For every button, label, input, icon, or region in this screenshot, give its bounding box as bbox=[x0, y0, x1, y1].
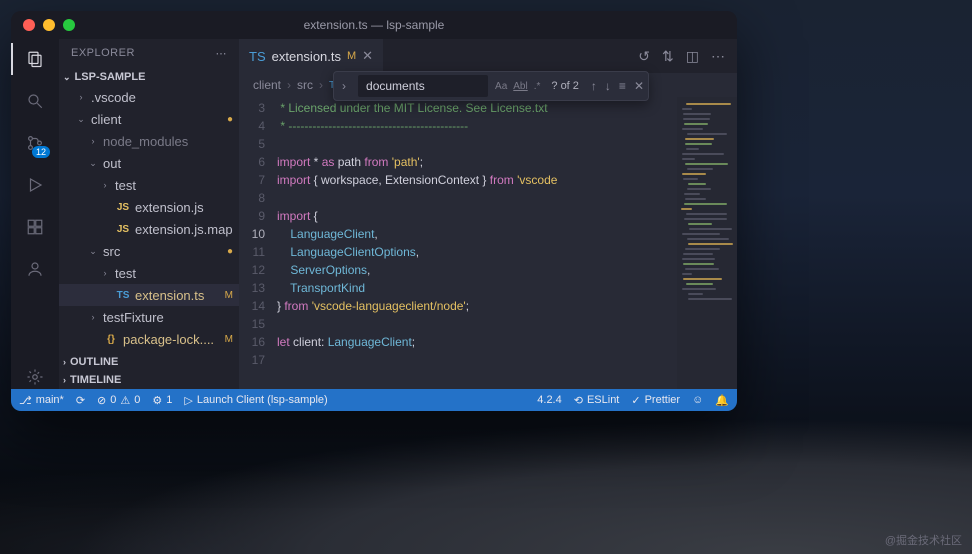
modified-indicator: M bbox=[347, 50, 356, 62]
zoom-window-button[interactable] bbox=[63, 19, 75, 31]
window-title: extension.ts — lsp-sample bbox=[304, 18, 445, 32]
problems-status[interactable]: ⊘0⚠0 bbox=[97, 394, 140, 407]
find-next-icon[interactable]: ↓ bbox=[601, 79, 615, 93]
tree-node[interactable]: ›test bbox=[59, 174, 239, 196]
watermark: @掘金技术社区 bbox=[885, 532, 962, 548]
code-content[interactable]: * Licensed under the MIT License. See Li… bbox=[277, 97, 677, 389]
launch-status[interactable]: ▷Launch Client (lsp-sample) bbox=[184, 394, 327, 407]
file-tree: ›.vscode⌄client●›node_modules⌄out›testJS… bbox=[59, 86, 239, 353]
vscode-window: extension.ts — lsp-sample 12 EXPLORER ⋯ … bbox=[11, 11, 737, 411]
timeline-section[interactable]: ›TIMELINE bbox=[59, 371, 239, 389]
line-gutter: 34567891011121314151617 bbox=[239, 97, 277, 389]
whole-word-icon[interactable]: Abl bbox=[510, 79, 530, 94]
activity-bar: 12 bbox=[11, 39, 59, 389]
explorer-icon[interactable] bbox=[23, 47, 47, 71]
traffic-lights bbox=[23, 19, 75, 31]
branch-status[interactable]: ⎇main* bbox=[19, 394, 64, 407]
source-control-icon[interactable]: 12 bbox=[23, 131, 47, 155]
prettier-status[interactable]: ✓Prettier bbox=[631, 394, 680, 407]
search-icon[interactable] bbox=[23, 89, 47, 113]
tree-node[interactable]: ›.vscode bbox=[59, 86, 239, 108]
ts-file-icon: TS bbox=[249, 49, 266, 64]
find-widget: › Aa Abl .* ? of 2 ↑ ↓ ≡ ✕ bbox=[333, 71, 649, 101]
find-input[interactable] bbox=[358, 75, 488, 97]
match-case-icon[interactable]: Aa bbox=[492, 79, 510, 94]
tree-node[interactable]: ›test bbox=[59, 262, 239, 284]
minimize-window-button[interactable] bbox=[43, 19, 55, 31]
history-icon[interactable]: ↺ bbox=[638, 48, 650, 65]
run-debug-icon[interactable] bbox=[23, 173, 47, 197]
explorer-sidebar: EXPLORER ⋯ ⌄LSP-SAMPLE ›.vscode⌄client●›… bbox=[59, 39, 239, 389]
compare-icon[interactable]: ⇅ bbox=[662, 48, 674, 65]
bell-icon[interactable]: 🔔 bbox=[715, 394, 729, 407]
project-header[interactable]: ⌄LSP-SAMPLE bbox=[59, 68, 239, 86]
tree-node[interactable]: ⌄src● bbox=[59, 240, 239, 262]
version-status[interactable]: 4.2.4 bbox=[537, 394, 561, 406]
tree-node[interactable]: TSextension.tsM bbox=[59, 284, 239, 306]
explorer-more-icon[interactable]: ⋯ bbox=[216, 47, 228, 60]
editor-group: TS extension.ts M ✕ ↺ ⇅ ◫ ⋯ client› src›… bbox=[239, 39, 737, 389]
tree-node[interactable]: ⌄out bbox=[59, 152, 239, 174]
tree-node[interactable]: ›node_modules bbox=[59, 130, 239, 152]
find-expand-icon[interactable]: › bbox=[334, 79, 354, 93]
find-prev-icon[interactable]: ↑ bbox=[587, 79, 601, 93]
tree-node[interactable]: JSextension.js.map bbox=[59, 218, 239, 240]
eslint-status[interactable]: ⟲ESLint bbox=[574, 394, 620, 407]
sync-status[interactable]: ⟳ bbox=[76, 394, 85, 407]
tree-node[interactable]: ›testFixture bbox=[59, 306, 239, 328]
titlebar: extension.ts — lsp-sample bbox=[11, 11, 737, 39]
explorer-header: EXPLORER ⋯ bbox=[59, 39, 239, 68]
ports-status[interactable]: ⚙1 bbox=[152, 394, 172, 407]
tree-node[interactable]: {}package-lock....M bbox=[59, 328, 239, 350]
find-count: ? of 2 bbox=[543, 80, 587, 92]
feedback-icon[interactable]: ☺ bbox=[692, 394, 703, 406]
close-tab-icon[interactable]: ✕ bbox=[362, 48, 373, 64]
scm-badge: 12 bbox=[32, 146, 50, 158]
tab-extension-ts[interactable]: TS extension.ts M ✕ bbox=[239, 39, 383, 73]
find-close-icon[interactable]: ✕ bbox=[630, 79, 648, 93]
tree-node[interactable]: JSextension.js bbox=[59, 196, 239, 218]
close-window-button[interactable] bbox=[23, 19, 35, 31]
accounts-icon[interactable] bbox=[23, 257, 47, 281]
settings-gear-icon[interactable] bbox=[23, 365, 47, 389]
minimap[interactable] bbox=[677, 97, 737, 389]
code-editor[interactable]: 34567891011121314151617 * Licensed under… bbox=[239, 97, 677, 389]
regex-icon[interactable]: .* bbox=[531, 79, 544, 94]
tree-node[interactable]: ⌄client● bbox=[59, 108, 239, 130]
extensions-icon[interactable] bbox=[23, 215, 47, 239]
editor-actions: ↺ ⇅ ◫ ⋯ bbox=[626, 48, 737, 65]
find-selection-icon[interactable]: ≡ bbox=[615, 79, 630, 93]
outline-section[interactable]: ›OUTLINE bbox=[59, 353, 239, 371]
tab-bar: TS extension.ts M ✕ ↺ ⇅ ◫ ⋯ bbox=[239, 39, 737, 73]
status-bar: ⎇main* ⟳ ⊘0⚠0 ⚙1 ▷Launch Client (lsp-sam… bbox=[11, 389, 737, 411]
split-editor-icon[interactable]: ◫ bbox=[686, 48, 699, 65]
more-actions-icon[interactable]: ⋯ bbox=[711, 48, 725, 65]
